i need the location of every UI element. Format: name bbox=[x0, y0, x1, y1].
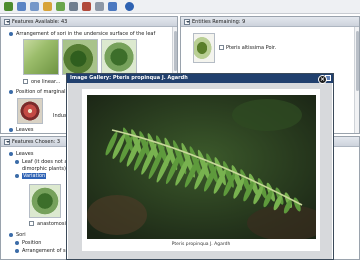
collapse-icon[interactable] bbox=[4, 19, 10, 25]
gallery-body: Pteris propinqua J. Agardh bbox=[68, 83, 332, 259]
fern-photo-graphic bbox=[87, 95, 316, 239]
feature-image-leaf-surface[interactable] bbox=[23, 39, 59, 75]
entity-name[interactable]: Pteris altissima Poir. bbox=[226, 45, 276, 51]
chosen-image-anastomosing[interactable] bbox=[29, 184, 61, 218]
entity-checkbox[interactable] bbox=[219, 45, 224, 50]
feature-bullet bbox=[9, 90, 13, 94]
gallery-caption: Pteris propinqua J. Agardh bbox=[171, 242, 231, 247]
feature-bullet bbox=[9, 128, 13, 132]
entities-remaining-title: Entities Remaining: 9 bbox=[192, 19, 246, 25]
save-icon[interactable] bbox=[30, 2, 39, 11]
collapse-icon[interactable] bbox=[184, 19, 190, 25]
tools-icon[interactable] bbox=[82, 2, 91, 11]
sort-icon[interactable] bbox=[69, 2, 78, 11]
main-toolbar bbox=[0, 0, 360, 14]
gallery-stage: Pteris propinqua J. Agardh bbox=[82, 89, 320, 251]
chosen-bullet bbox=[9, 152, 13, 156]
feature-option-linear[interactable]: one linear... bbox=[31, 79, 60, 85]
chosen-sori[interactable]: Sori bbox=[16, 232, 26, 238]
features-available-title: Features Available: 43 bbox=[12, 19, 68, 25]
feature-sori-arrangement[interactable]: Arrangement of sori in the undersice sur… bbox=[16, 31, 155, 37]
chosen-position[interactable]: Position bbox=[22, 240, 41, 246]
gallery-title: Image Gallery: Pteris propinqua J. Agard… bbox=[70, 75, 188, 81]
entity-image[interactable] bbox=[193, 33, 215, 63]
collapse-icon[interactable] bbox=[4, 139, 10, 145]
feature-image-sori-linear[interactable] bbox=[62, 39, 98, 75]
chosen-bullet bbox=[15, 160, 19, 164]
entities-remaining-scrollbar[interactable] bbox=[354, 27, 359, 133]
feature-checkbox[interactable] bbox=[23, 79, 28, 84]
image-gallery-window: Image Gallery: Pteris propinqua J. Agard… bbox=[66, 73, 334, 260]
chosen-checkbox[interactable] bbox=[29, 221, 34, 226]
chosen-bullet bbox=[15, 249, 19, 253]
search-icon[interactable] bbox=[108, 2, 117, 11]
chosen-leaves[interactable]: Leaves bbox=[16, 151, 33, 157]
tag-icon[interactable] bbox=[43, 2, 52, 11]
entities-remaining-header[interactable]: Entities Remaining: 9 bbox=[181, 17, 359, 27]
filter-icon[interactable] bbox=[56, 2, 65, 11]
features-chosen-title: Features Chosen: 3 bbox=[12, 139, 61, 145]
features-available-header[interactable]: Features Available: 43 bbox=[1, 17, 177, 27]
open-icon[interactable] bbox=[17, 2, 26, 11]
chosen-bullet bbox=[9, 233, 13, 237]
close-icon[interactable]: × bbox=[318, 75, 327, 84]
feature-bullet bbox=[9, 32, 13, 36]
gallery-title-bar[interactable]: Image Gallery: Pteris propinqua J. Agard… bbox=[67, 74, 333, 83]
chosen-bullet bbox=[15, 174, 19, 178]
feature-leaves[interactable]: Leaves bbox=[16, 127, 33, 133]
keys-icon[interactable] bbox=[95, 2, 104, 11]
restart-icon[interactable] bbox=[4, 2, 13, 11]
chosen-variation[interactable]: Variation bbox=[22, 173, 47, 179]
feature-image-marginal[interactable] bbox=[17, 98, 43, 124]
chosen-bullet bbox=[15, 241, 19, 245]
chosen-leaf-type-cont: dimorphic plants) bbox=[22, 166, 66, 172]
feature-image-sori-round[interactable] bbox=[101, 39, 137, 75]
help-icon[interactable] bbox=[125, 2, 134, 11]
fern-photo bbox=[87, 95, 316, 239]
